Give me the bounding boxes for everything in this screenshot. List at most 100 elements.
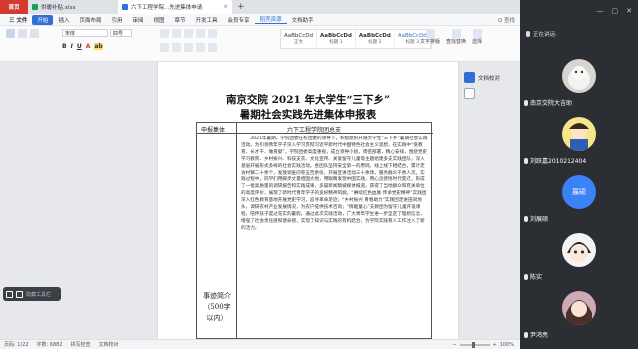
doc-check-status[interactable]: 文档校对 [99,341,119,348]
format-painter-icon[interactable] [30,29,39,38]
text-layout-label: 文字排版 [420,39,441,45]
font-color-icon[interactable]: A [86,43,91,50]
xlsx-icon [32,4,38,10]
style-heading3-label: 标题 3 [405,40,419,45]
participant-tile[interactable]: 陈实 [520,230,638,284]
zoom-level: 100% [499,341,514,348]
minimize-icon[interactable]: — [597,7,604,15]
style-heading1[interactable]: AaBbCcDd 标题 1 [317,30,356,48]
table-body-text[interactable]: 2021年暑期，学院团委在校团委的领导下，积极组织开展大学生“三下乡”暑期社会实… [241,136,429,339]
doc-check-tool[interactable]: 文档校对 [464,72,500,83]
speaking-label: 正在讲话: [533,32,557,38]
paste-icon[interactable] [6,29,15,38]
new-tab-icon[interactable]: + [232,2,250,12]
restore-icon[interactable]: ▢ [612,7,619,15]
menu-chapter[interactable]: 章节 [170,16,191,24]
menu-review[interactable]: 审阅 [127,16,148,24]
font-group: 宋体 四号 [62,29,132,37]
style-normal[interactable]: AaBbCcDd 正文 [281,30,317,48]
select-button[interactable]: 选择 [472,29,482,45]
side-panel-icon[interactable] [464,88,475,99]
document-subtitle: 暑期社会实践先进集体申报表 [239,109,377,121]
find-replace-button[interactable]: 查找替换 [446,29,466,45]
menu-start[interactable]: 开始 [32,14,54,25]
underline-icon[interactable]: U [77,43,82,50]
tab-xlsx[interactable]: 供暖补贴.xlsx [28,0,118,14]
tab-home-label: 首页 [8,5,20,11]
menu-doc-assistant[interactable]: 文档助手 [287,16,319,24]
mic-icon [524,273,528,280]
clipboard-group [6,29,39,38]
font-name-select[interactable]: 宋体 [62,29,108,37]
font-size-select[interactable]: 四号 [110,29,132,37]
align-right-icon[interactable] [184,43,193,52]
avatar: 展硕 [562,175,596,209]
style-heading1-label: 标题 1 [329,40,343,45]
participant-tile[interactable]: 刘跃嘉2010212404 [520,114,638,168]
select-label: 选择 [472,39,483,45]
menu-devtools[interactable]: 开发工具 [191,16,223,24]
bullets-icon[interactable] [160,29,169,38]
speaking-indicator: 正在讲话: [526,30,557,38]
search-button[interactable]: Q 查找 [493,16,520,24]
font-format-group: B I U A ab [62,43,103,50]
table-label-intro: 事迹简介（500字以内） [203,292,231,322]
align-group [160,43,217,52]
participant-name: 刘展硕 [524,214,548,223]
indent-icon[interactable] [184,29,193,38]
highlight-icon[interactable]: ab [94,43,103,50]
cut-icon[interactable] [18,29,27,38]
zoom-out-icon[interactable]: − [452,342,456,348]
menu-insert[interactable]: 插入 [53,16,74,24]
mic-icon [524,99,528,106]
participant-name-label: 陈实 [530,274,543,281]
italic-icon[interactable]: I [71,43,73,50]
close-icon[interactable]: ✕ [626,7,632,15]
text-layout-button[interactable]: 文字排版 [420,29,440,45]
participant-tile[interactable]: 南京交院大吉助 [520,56,638,110]
participant-name-label: 南京交院大吉助 [530,100,573,107]
menu-layout[interactable]: 页面布局 [74,16,106,24]
justify-icon[interactable] [196,43,205,52]
zoom-in-icon[interactable]: + [493,342,497,348]
style-heading2[interactable]: AaBbCcDd 标题 2 [356,30,395,48]
participant-tile[interactable]: 尹鸿亮 [520,288,638,342]
close-tab-icon[interactable]: × [223,4,228,10]
bold-icon[interactable]: B [62,43,67,50]
mic-icon [524,331,528,338]
avatar-initials: 展硕 [572,188,586,196]
menu-resources[interactable]: 稻壳资源 [254,15,287,24]
document-area[interactable]: 南京交院 2021 年大学生“三下乡” 暑期社会实践先进集体申报表 申报集体 六… [0,62,520,339]
floating-toolbar[interactable]: 隐藏工具栏 [3,287,61,301]
participant-tile[interactable]: 展硕 刘展硕 [520,172,638,226]
align-center-icon[interactable] [172,43,181,52]
document-page[interactable]: 南京交院 2021 年大学生“三下乡” 暑期社会实践先进集体申报表 申报集体 六… [158,62,458,339]
doc-icon [122,4,128,10]
menu-member[interactable]: 会员专享 [223,16,255,24]
page-count: 页码: 1/22 [4,342,29,348]
zoom-control[interactable]: − + 100% [452,341,514,348]
select-icon [472,29,482,38]
status-bar: 页码: 1/22 字数: 6882 拼写检查 文档校对 − + 100% [0,339,520,349]
menu-view[interactable]: 视图 [149,16,170,24]
sort-icon[interactable] [196,29,205,38]
word-count[interactable]: 字数: 6882 [37,341,63,348]
paragraph-mark-icon[interactable] [208,29,217,38]
zoom-slider[interactable] [459,341,490,348]
line-spacing-icon[interactable] [208,43,217,52]
find-replace-label: 查找替换 [446,39,467,45]
doc-check-label: 文档校对 [478,75,501,82]
tab-home[interactable]: 首页 [0,0,28,14]
spell-check[interactable]: 拼写检查 [71,341,91,348]
menu-references[interactable]: 引用 [106,16,127,24]
screenshot-icon[interactable] [6,290,13,298]
table-value-group[interactable]: 六下工程学院团总支 [287,125,341,134]
align-left-icon[interactable] [160,43,169,52]
avatar [562,233,596,267]
mic-icon [524,157,528,164]
table-label-group: 申报集体 [201,127,226,134]
tab-document[interactable]: 六下工程学院...先进集体申请 × [118,0,232,14]
menu-file[interactable]: 三 文件 [4,16,32,24]
window-icon[interactable] [16,290,23,298]
numbering-icon[interactable] [172,29,181,38]
